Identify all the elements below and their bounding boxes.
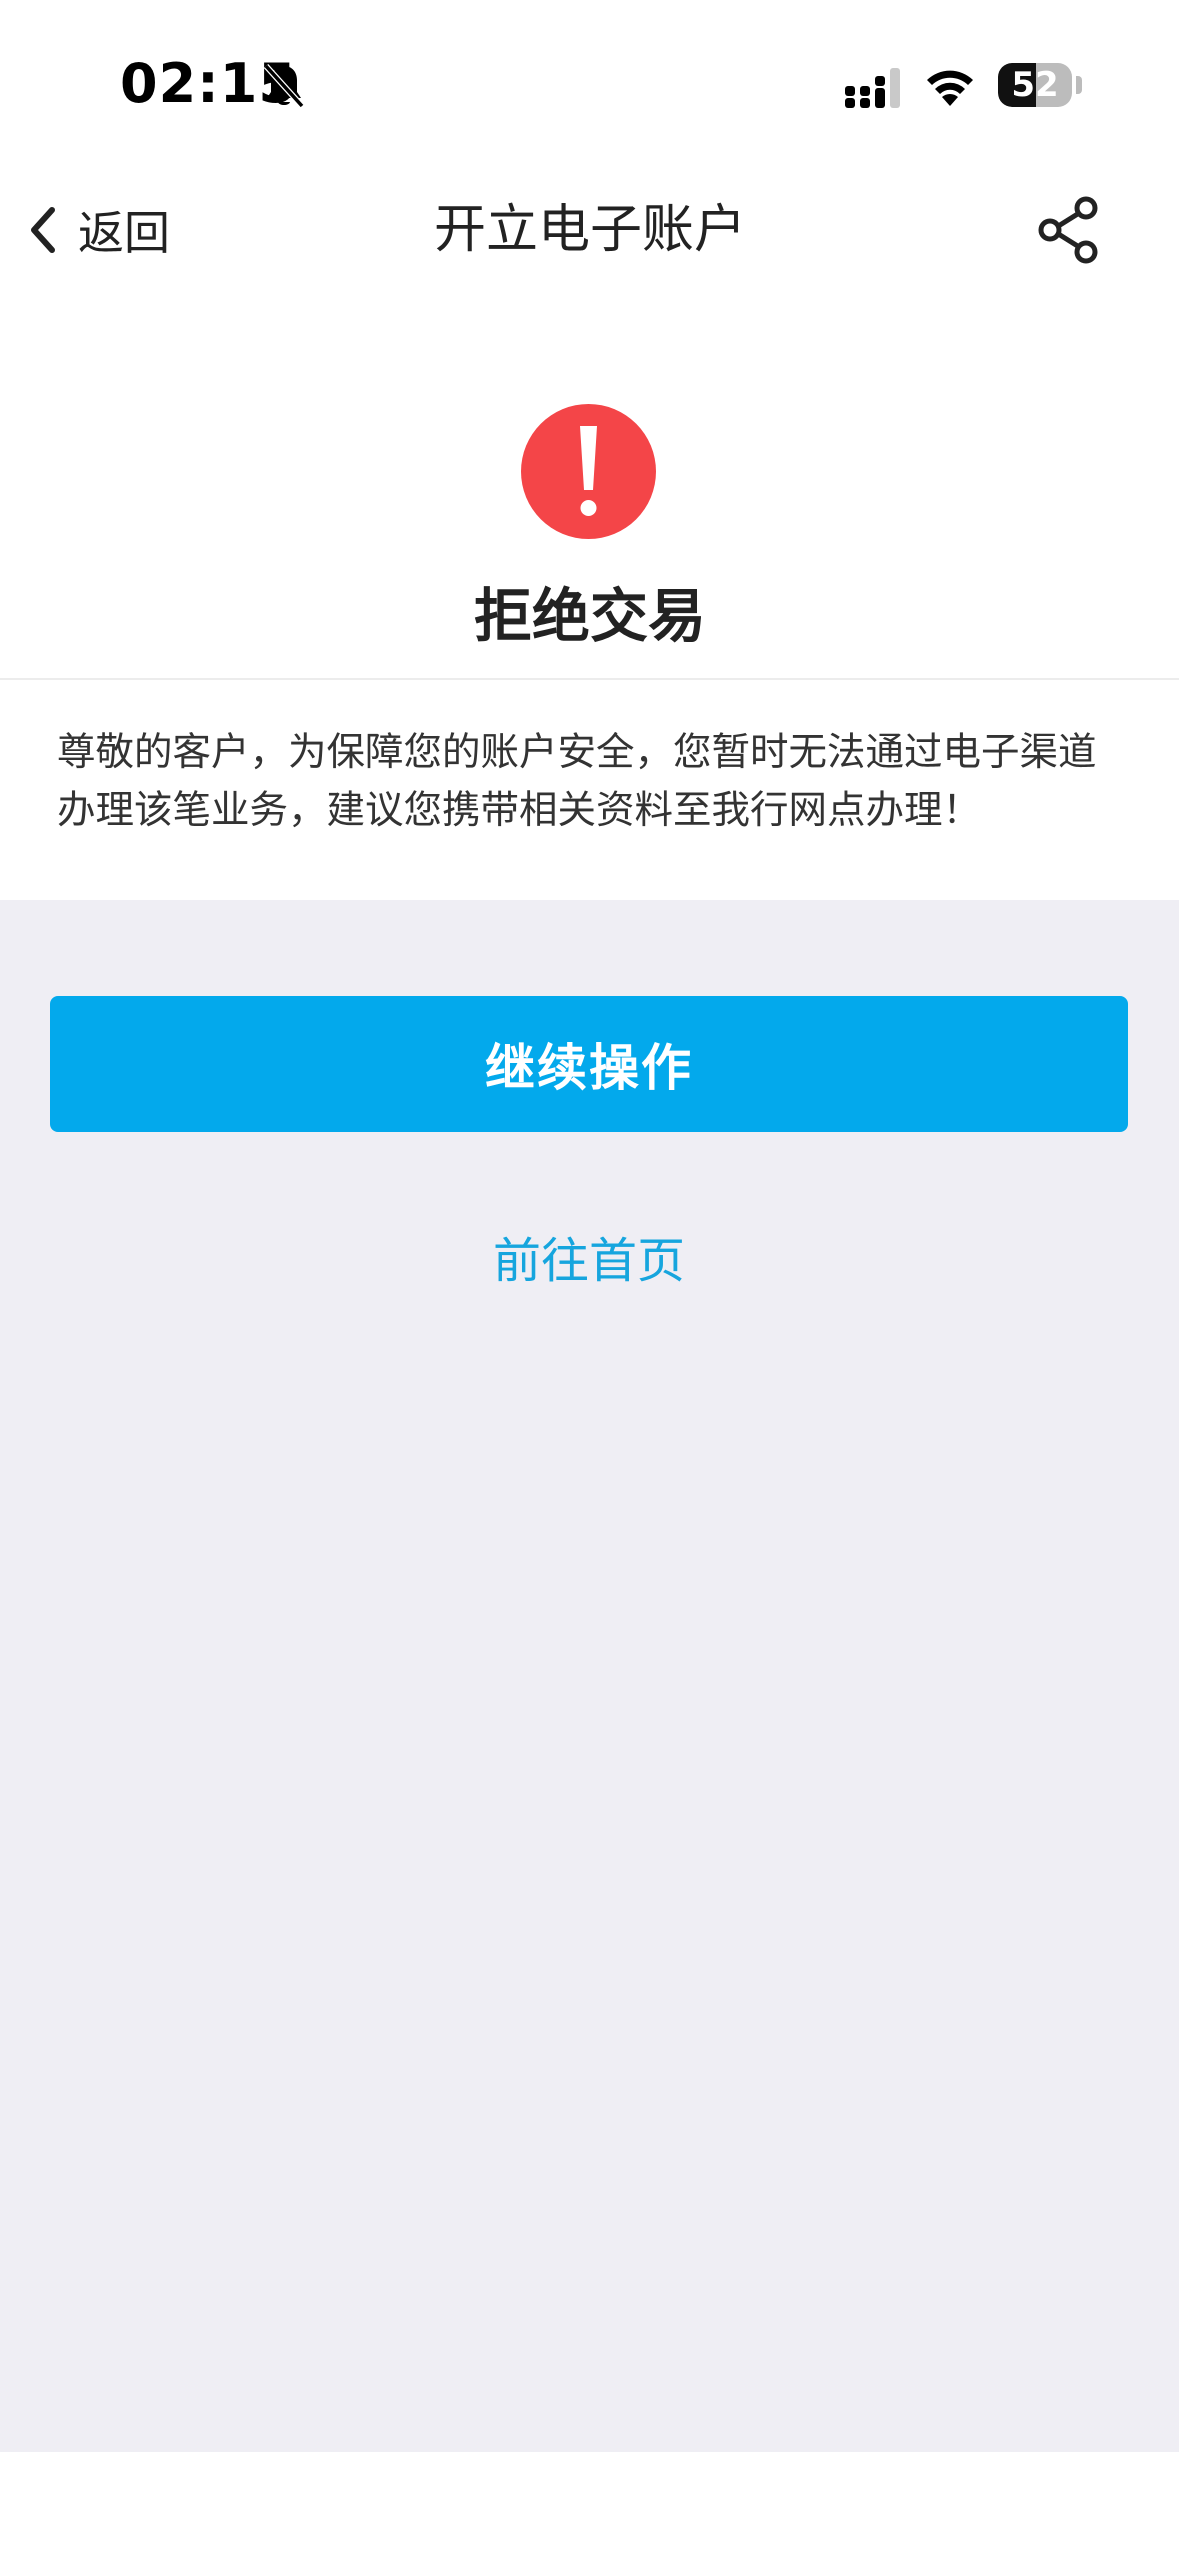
result-message: 尊敬的客户，为保障您的账户安全，您暂时无法通过电子渠道办理该笔业务，建议您携带相… (57, 730, 1097, 833)
page-title: 开立电子账户 (433, 200, 746, 260)
back-button[interactable]: 返回 (20, 190, 200, 270)
battery-icon: 52 (998, 63, 1072, 107)
bottom-safe-area (0, 2452, 1179, 2556)
action-panel (0, 900, 1179, 2452)
continue-button[interactable]: 继续操作 (50, 996, 1128, 1132)
back-label: 返回 (78, 206, 170, 260)
wifi-icon (927, 70, 973, 106)
signal-icon (845, 68, 900, 108)
exclamation-circle-icon (521, 404, 656, 539)
divider (0, 678, 1179, 680)
result-title: 拒绝交易 (473, 582, 706, 650)
battery-nub (1076, 76, 1082, 94)
bell-slash-icon (263, 63, 305, 109)
chevron-left-icon (31, 207, 55, 253)
share-icon[interactable] (1030, 192, 1106, 268)
go-home-link[interactable]: 前往首页 (389, 1226, 789, 1296)
battery-level: 52 (1011, 65, 1059, 105)
